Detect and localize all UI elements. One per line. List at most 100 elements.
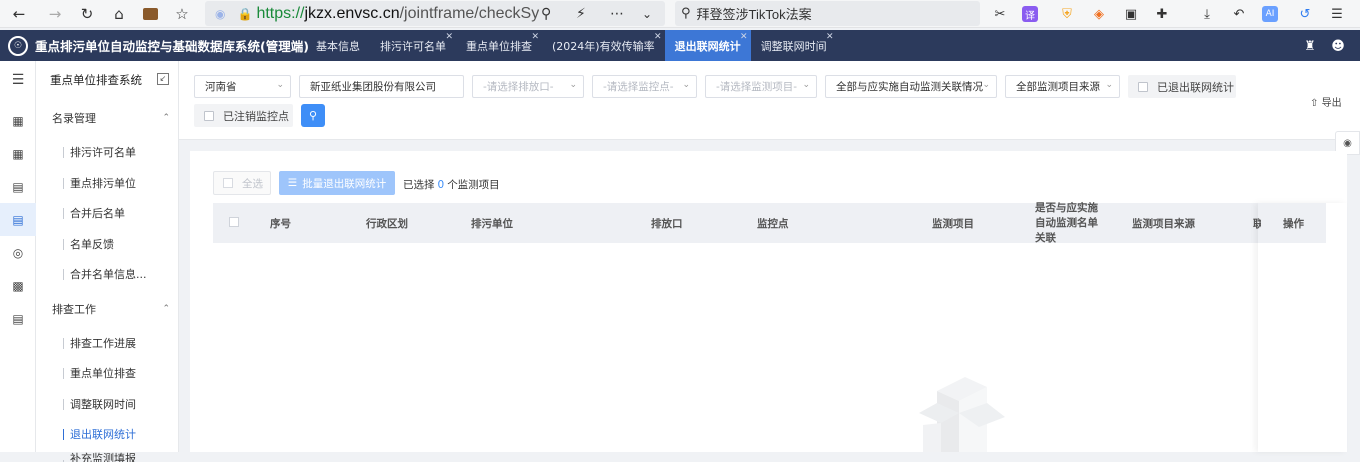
shield-ext-icon[interactable]: ⛨: [1056, 3, 1078, 25]
relation-select[interactable]: 全部与应实施自动监测关联情况 ⌄: [825, 75, 997, 98]
close-icon[interactable]: ✕: [826, 32, 834, 42]
batch-exit-label: 批量退出联网统计: [302, 177, 387, 190]
sidebar-group-directory[interactable]: 名录管理 ⌃: [36, 99, 178, 137]
selected-count: 0: [437, 179, 445, 191]
bell-icon[interactable]: ♜: [1300, 36, 1320, 56]
exited-checkbox[interactable]: 已退出联网统计: [1128, 75, 1236, 98]
sidebar-group-investigation[interactable]: 排查工作 ⌃: [36, 290, 178, 328]
close-icon[interactable]: ✕: [740, 32, 748, 42]
sidebar-item[interactable]: 补充监测填报: [36, 450, 178, 462]
window-icon[interactable]: ▣: [1120, 3, 1142, 25]
tab-transmission-rate[interactable]: (2024年)有效传输率 ✕: [542, 30, 665, 61]
extensions-icon[interactable]: ✚: [1151, 3, 1173, 25]
list-icon: ☰: [287, 177, 298, 189]
sidebar-title: 重点单位排查系统 ↙: [36, 61, 178, 99]
scissors-icon[interactable]: ✂: [989, 3, 1011, 25]
col-outlet: 排放口: [651, 217, 683, 230]
undo-icon[interactable]: ↶: [1228, 3, 1250, 25]
shield-icon: ◉: [215, 6, 226, 21]
sidebar-item[interactable]: 名单反馈: [36, 229, 178, 260]
home-icon[interactable]: ⌂: [104, 0, 134, 28]
item-placeholder: -请选择监测项目-: [716, 81, 798, 93]
sidebar-item[interactable]: 排查工作进展: [36, 328, 178, 359]
monitor-item-select[interactable]: -请选择监测项目- ⌄: [705, 75, 817, 98]
game-icon[interactable]: ◈: [1088, 3, 1110, 25]
doc-search-active-icon[interactable]: ▤: [0, 203, 36, 236]
sync-icon[interactable]: ↺: [1294, 3, 1316, 25]
exited-label: 已退出联网统计: [1157, 80, 1234, 94]
chart-icon[interactable]: ▦: [0, 104, 36, 137]
briefcase-icon[interactable]: [135, 0, 165, 28]
lightning-icon[interactable]: ⚡: [576, 6, 586, 22]
outlet-select[interactable]: -请选择排放口- ⌄: [472, 75, 584, 98]
sidebar-item[interactable]: 排污许可名单: [36, 137, 178, 168]
chevron-up-icon: ⌃: [162, 113, 170, 123]
company-input[interactable]: 新亚纸业集团股份有限公司: [299, 75, 464, 98]
close-icon[interactable]: ✕: [654, 32, 662, 42]
province-select[interactable]: 河南省 ⌄: [194, 75, 291, 98]
sidebar-item-label: 重点排污单位: [70, 176, 136, 190]
sidebar-item-active[interactable]: 退出联网统计: [36, 419, 178, 450]
hamburger-icon[interactable]: ☰: [0, 61, 36, 99]
checkbox-square: [1138, 81, 1148, 92]
collapse-icon[interactable]: ↙: [157, 73, 169, 85]
chevron-down-icon: ⌄: [682, 80, 690, 90]
menu-icon[interactable]: ☰: [1326, 3, 1348, 25]
sidebar-item-label: 重点单位排查: [70, 367, 136, 381]
tab-adjust-time[interactable]: 调整联网时间 ✕: [751, 30, 837, 61]
url-host: jkzx.envsc.cn: [304, 4, 400, 22]
main-card: 全选 ☰ 批量退出联网统计 已选择 0 个监测项目 序号 行政区划 排污单位 排放口 …: [190, 151, 1347, 452]
search-button[interactable]: ⚲: [301, 104, 325, 127]
doc-search-icon[interactable]: ▤: [0, 170, 36, 203]
list-doc-icon[interactable]: ▤: [0, 302, 36, 335]
sidebar-item[interactable]: 调整联网时间: [36, 389, 178, 420]
export-label: 导出: [1321, 98, 1342, 109]
download-icon[interactable]: ⤓: [1196, 3, 1218, 25]
export-button[interactable]: ⇧ 导出: [1310, 94, 1342, 109]
col-relation: 是否与应实施自动监测名单关联: [1035, 201, 1098, 244]
sidebar-item[interactable]: 合并后名单: [36, 198, 178, 229]
bookmark-star-icon[interactable]: ☆: [167, 0, 197, 28]
group-label: 排查工作: [52, 302, 96, 316]
tab-basic-info[interactable]: 基本信息: [306, 30, 370, 61]
reload-icon[interactable]: ↻: [72, 0, 102, 28]
icon-rail: ☰ ▦ ▦ ▤ ▤ ◎ ▩ ▤: [0, 61, 36, 452]
translate-icon[interactable]: 译: [1022, 6, 1038, 22]
empty-box-icon: [919, 377, 1005, 452]
source-select[interactable]: 全部监测项目来源 ⌄: [1005, 75, 1120, 98]
sidebar-item[interactable]: 重点单位排查: [36, 358, 178, 389]
chart-icon[interactable]: ▦: [0, 137, 36, 170]
tab-key-unit-check[interactable]: 重点单位排查 ✕: [456, 30, 542, 61]
col-unit: 排污单位: [471, 217, 513, 230]
id-card-icon[interactable]: ▩: [0, 269, 36, 302]
sidebar-item[interactable]: 合并名单信息...: [36, 259, 178, 290]
batch-exit-button[interactable]: ☰ 批量退出联网统计: [279, 171, 395, 195]
header-checkbox[interactable]: [229, 217, 239, 227]
forward-icon[interactable]: →: [40, 0, 70, 28]
checkbox-square: [223, 178, 233, 188]
cancelled-checkbox[interactable]: 已注销监控点: [194, 104, 293, 127]
tab-exit-stats[interactable]: 退出联网统计 ✕: [664, 30, 751, 61]
more-icon[interactable]: ⋯: [610, 6, 624, 22]
tab-permit-list[interactable]: 排污许可名单 ✕: [370, 30, 456, 61]
sidebar-item-label: 合并后名单: [70, 207, 125, 221]
address-bar[interactable]: ◉ 🔒 https://jkzx.envsc.cn/jointframe/che…: [205, 1, 665, 26]
tab-label: 排污许可名单: [380, 39, 446, 53]
back-icon[interactable]: ←: [4, 0, 34, 28]
zoom-icon[interactable]: ⚲: [541, 6, 551, 22]
target-icon[interactable]: ◎: [0, 236, 36, 269]
search-icon: ⚲: [308, 109, 318, 122]
app-title: 重点排污单位自动监控与基础数据库系统(管理端): [35, 39, 309, 54]
user-icon[interactable]: ☻: [1328, 36, 1348, 56]
logo-icon: ☉: [8, 35, 28, 56]
select-all-button[interactable]: 全选: [213, 171, 271, 195]
chevron-down-icon[interactable]: ⌄: [642, 7, 652, 21]
ai-icon[interactable]: AI: [1262, 6, 1278, 22]
chevron-down-icon: ⌄: [802, 80, 810, 90]
close-icon[interactable]: ✕: [445, 32, 453, 42]
chevron-down-icon: ⌄: [982, 80, 990, 90]
sidebar-item[interactable]: 重点排污单位: [36, 168, 178, 199]
close-icon[interactable]: ✕: [531, 32, 539, 42]
monitor-point-select[interactable]: -请选择监控点- ⌄: [592, 75, 697, 98]
browser-search-box[interactable]: ⚲ 拜登签涉TikTok法案: [675, 1, 980, 26]
